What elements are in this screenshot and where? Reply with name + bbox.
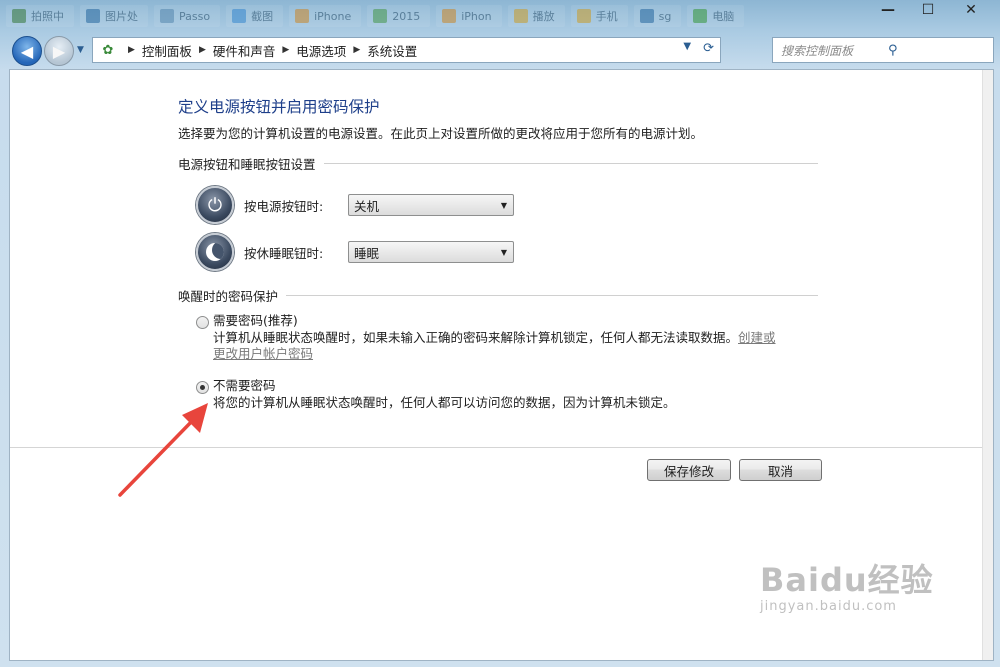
window-frame: 拍照中 图片处 Passo 截图 iPhone 2015 iPhon 播放 手机 sg 电脑 — ☐… (0, 0, 1000, 667)
breadcrumb-item[interactable]: 控制面板 (142, 41, 192, 60)
power-icon: ⏻ (196, 186, 234, 224)
breadcrumb-item[interactable]: 硬件和声音 (213, 41, 276, 60)
close-button[interactable]: ✕ (948, 0, 994, 20)
address-bar[interactable]: ✿ ▶ 控制面板 ▶ 硬件和声音 ▶ 电源选项 ▶ 系统设置 ▼ ⟳ (92, 37, 721, 63)
taskbar-tab[interactable]: 2015 (367, 5, 431, 27)
background-taskbar: 拍照中 图片处 Passo 截图 iPhone 2015 iPhon 播放 手机 sg 电脑 (0, 0, 876, 32)
power-buttons-section-header: 电源按钮和睡眠按钮设置 (178, 154, 818, 173)
forward-button[interactable]: ▶ (44, 36, 74, 66)
recent-pages-dropdown-icon[interactable]: ▼ (77, 45, 84, 55)
chevron-down-icon: ▼ (500, 247, 507, 257)
taskbar-tab-label: iPhon (461, 9, 492, 23)
chevron-down-icon: ▼ (500, 200, 507, 210)
taskbar-tab-label: iPhone (314, 9, 352, 23)
control-panel-icon: ✿ (102, 42, 114, 58)
taskbar-tab-label: 2015 (392, 9, 421, 23)
back-button[interactable]: ◀ (12, 36, 42, 66)
taskbar-tab-label: 图片处 (105, 10, 138, 23)
app-icon (86, 9, 100, 23)
password-section-header: 唤醒时的密码保护 (178, 286, 818, 305)
taskbar-tab[interactable]: 手机 (570, 5, 628, 27)
taskbar-tab[interactable]: sg (633, 5, 682, 27)
cancel-button[interactable]: 取消 (739, 459, 822, 481)
taskbar-tab-label: sg (658, 9, 672, 23)
breadcrumb-separator-icon[interactable]: ▶ (353, 45, 360, 55)
require-password-option[interactable]: 需要密码(推荐) 计算机从睡眠状态唤醒时，如果未输入正确的密码来解除计算机锁定，… (196, 313, 779, 362)
app-icon (160, 9, 174, 23)
app-icon (232, 9, 247, 23)
app-icon (373, 9, 388, 23)
require-password-label[interactable]: 需要密码(推荐) (213, 313, 779, 329)
section-title: 电源按钮和睡眠按钮设置 (178, 157, 316, 172)
taskbar-tab-label: Passo (179, 9, 211, 23)
sleep-button-label: 按休睡眠钮时: (244, 245, 324, 261)
section-title: 唤醒时的密码保护 (178, 289, 279, 304)
page-title: 定义电源按钮并启用密码保护 (178, 98, 380, 116)
no-password-radio[interactable] (196, 381, 209, 394)
divider (323, 163, 818, 164)
taskbar-tab[interactable]: 拍照中 (6, 5, 74, 27)
window-controls: — ☐ ✕ (868, 0, 994, 22)
no-password-option[interactable]: 不需要密码 将您的计算机从睡眠状态唤醒时，任何人都可以访问您的数据，因为计算机未… (196, 378, 779, 411)
taskbar-tab-label: 手机 (595, 10, 618, 23)
navigation-bar: ◀ ▶ ▼ ✿ ▶ 控制面板 ▶ 硬件和声音 ▶ 电源选项 ▶ 系统设置 ▼ ⟳ 搜索控制面板… (6, 33, 994, 67)
no-password-description: 将您的计算机从睡眠状态唤醒时，任何人都可以访问您的数据，因为计算机未锁定。 (213, 395, 676, 410)
arrow-shaft (118, 415, 198, 497)
taskbar-tab-label: 拍照中 (31, 10, 64, 23)
search-input[interactable]: 搜索控制面板 (773, 42, 880, 59)
power-button-value: 关机 (354, 198, 380, 214)
breadcrumb-separator-icon[interactable]: ▶ (282, 45, 289, 55)
breadcrumb-item[interactable]: 系统设置 (367, 41, 417, 60)
watermark-url: jingyan.baidu.com (760, 599, 897, 614)
breadcrumb-separator-icon[interactable]: ▶ (128, 45, 135, 55)
app-icon (12, 9, 26, 23)
app-icon (693, 9, 708, 23)
taskbar-tab-label: 电脑 (712, 10, 735, 23)
taskbar-tab-label: 截图 (251, 10, 274, 23)
app-icon (295, 9, 310, 23)
scrollbar[interactable] (982, 70, 993, 660)
minimize-button[interactable]: — (868, 0, 908, 20)
breadcrumb-separator-icon[interactable]: ▶ (199, 45, 206, 55)
app-icon (513, 9, 528, 23)
sleep-button-select[interactable]: 睡眠 ▼ (348, 241, 514, 263)
page-subtitle: 选择要为您的计算机设置的电源设置。在此页上对设置所做的更改将应用于您所有的电源计… (178, 126, 704, 141)
breadcrumb: ▶ 控制面板 ▶ 硬件和声音 ▶ 电源选项 ▶ 系统设置 (121, 41, 417, 60)
search-icon[interactable]: ⚲ (880, 43, 993, 58)
address-dropdown-icon[interactable]: ▼ (683, 41, 691, 56)
taskbar-tab[interactable]: iPhone (289, 5, 362, 27)
radio-selected-dot (200, 385, 205, 390)
app-icon (639, 9, 654, 23)
app-icon (576, 9, 591, 23)
require-password-description: 计算机从睡眠状态唤醒时，如果未输入正确的密码来解除计算机锁定，任何人都无法读取数… (213, 330, 776, 361)
sleep-button-value: 睡眠 (354, 245, 380, 261)
baidu-watermark: Baidu经验 jingyan.baidu.com (760, 555, 934, 614)
taskbar-tab[interactable]: 电脑 (687, 5, 745, 27)
annotation-arrow (118, 403, 208, 497)
watermark-brand: Baidu经验 (760, 561, 934, 599)
sleep-button-row: 按休睡眠钮时: 睡眠 ▼ (196, 233, 514, 271)
divider (286, 295, 818, 296)
require-password-radio[interactable] (196, 316, 209, 329)
no-password-label[interactable]: 不需要密码 (213, 378, 779, 394)
app-icon (442, 9, 457, 23)
maximize-button[interactable]: ☐ (908, 0, 948, 20)
search-box[interactable]: 搜索控制面板 ⚲ (772, 37, 994, 63)
power-button-row: ⏻ 按电源按钮时: 关机 ▼ (196, 186, 514, 224)
breadcrumb-item[interactable]: 电源选项 (296, 41, 346, 60)
taskbar-tab[interactable]: iPhon (436, 5, 502, 27)
taskbar-tab[interactable]: Passo (154, 5, 221, 27)
taskbar-tab[interactable]: 截图 (226, 5, 284, 27)
sleep-icon (196, 233, 234, 271)
save-button[interactable]: 保存修改 (647, 459, 731, 481)
taskbar-tab[interactable]: 图片处 (80, 5, 148, 27)
taskbar-tab-label: 播放 (532, 10, 555, 23)
power-button-select[interactable]: 关机 ▼ (348, 194, 514, 216)
refresh-icon[interactable]: ⟳ (703, 41, 714, 56)
power-button-label: 按电源按钮时: (244, 198, 324, 214)
address-bar-controls: ▼ ⟳ (683, 41, 714, 56)
taskbar-tab[interactable]: 播放 (507, 5, 565, 27)
